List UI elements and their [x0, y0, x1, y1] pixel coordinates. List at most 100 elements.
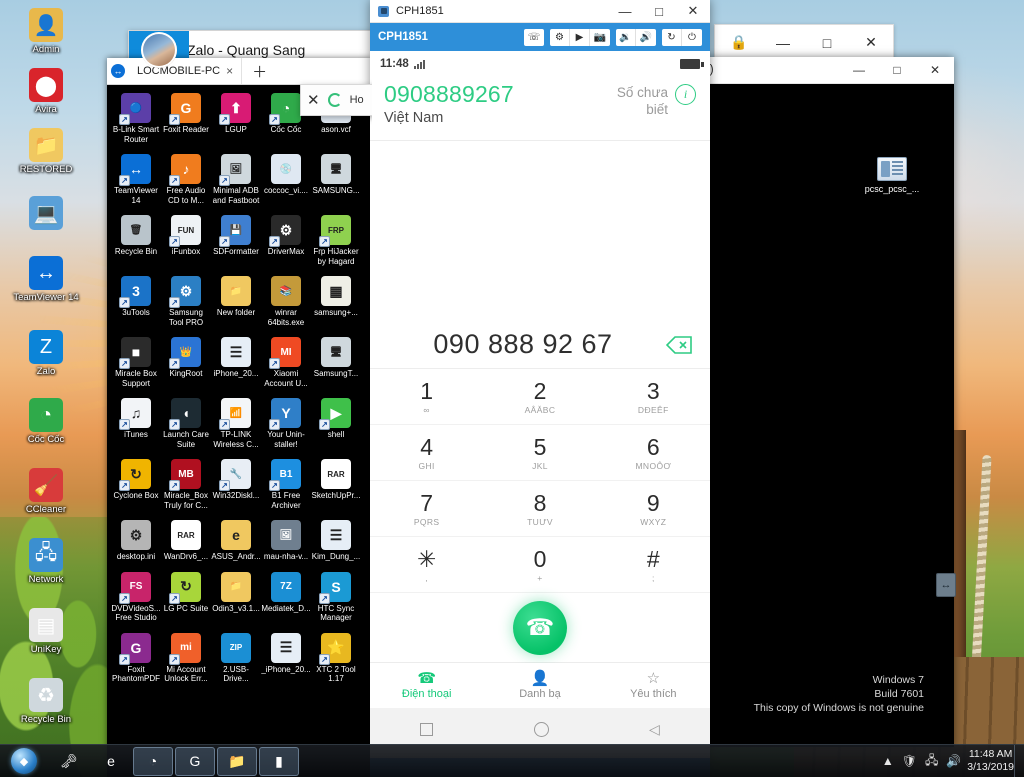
close-icon[interactable]: × — [226, 64, 233, 78]
list-item[interactable]: 🔧 ↗ Win32Diskl... — [211, 459, 261, 510]
list-item[interactable]: ◖ ↗ Launch Care Suite — [161, 398, 211, 449]
power-icon[interactable]: ⏻ — [682, 29, 702, 46]
keypad-key-0[interactable]: 0 + — [483, 537, 596, 592]
system-tray[interactable]: ▲ 🛡 🖧 🔊 — [882, 751, 967, 772]
taskbar-unikey[interactable]: 🗝 — [49, 747, 89, 776]
list-item[interactable]: 🖥 SAMSUNG... — [311, 154, 361, 205]
desktop-icon-restored[interactable]: 📁 RESTORED — [8, 128, 84, 175]
list-item[interactable]: ♪ ↗ Free Audio CD to M... — [161, 154, 211, 205]
headphone-icon[interactable]: ☏ — [524, 29, 544, 46]
keypad-key-#[interactable]: #; — [597, 537, 710, 592]
maximize-icon[interactable]: □ — [878, 57, 916, 84]
new-tab-button[interactable]: ＋ — [242, 58, 277, 84]
volume-down-icon[interactable]: 🔉 — [616, 28, 636, 46]
backspace-icon[interactable] — [662, 335, 696, 354]
list-item[interactable]: ⚙ ↗ Samsung Tool PRO — [161, 276, 211, 327]
list-item[interactable]: ♫ ↗ iTunes — [111, 398, 161, 449]
desktop-icon-c-c-c-c[interactable]: ◔ Cốc Cốc — [8, 398, 84, 445]
list-item[interactable]: 🖥 SamsungT... — [311, 337, 361, 388]
list-item[interactable]: MB ↗ Miracle_Box Truly for C... — [161, 459, 211, 510]
desktop-icon-teamviewer-14[interactable]: ↔ TeamViewer 14 — [8, 256, 84, 303]
list-item[interactable]: G ↗ Foxit Reader — [161, 93, 211, 144]
list-item[interactable]: e ASUS_Andr... — [211, 520, 261, 562]
dial-keypad[interactable]: 1 ∞ 2 AÂĂBC 3 DĐEÊF 4 GHI 5 JKL 6 MNOÔƠ 7 PQRS 8 TUƯV 9 W… — [370, 369, 710, 593]
list-item[interactable]: ZIP 2.USB-Drive... — [211, 632, 261, 684]
minimize-icon[interactable]: — — [608, 0, 642, 23]
close-icon[interactable]: ✕ — [307, 91, 320, 109]
list-item[interactable]: S ↗ HTC Sync Manager — [311, 571, 361, 623]
list-item[interactable]: RAR WanDrv6_... — [161, 520, 211, 562]
network-tray-icon[interactable]: 🖧 — [925, 751, 938, 772]
phone-call-icon[interactable]: ☎ — [513, 600, 567, 655]
back-nav-icon[interactable]: ◁ — [649, 721, 660, 738]
volume-up-icon[interactable]: 🔊 — [636, 29, 656, 46]
taskbar-explorer[interactable]: 📁 — [217, 746, 257, 776]
desktop-icon-ccleaner[interactable]: 🧹 CCleaner — [8, 468, 84, 515]
lock-window[interactable]: 🔒 — □ ✕ — [714, 24, 894, 61]
keypad-key-4[interactable]: 4 GHI — [370, 425, 483, 480]
keypad-key-8[interactable]: 8 TUƯV — [483, 481, 596, 536]
dialed-number[interactable]: 090 888 92 67 — [384, 329, 662, 360]
desktop-icon-network[interactable]: 🖧 Network — [8, 538, 84, 585]
list-item[interactable]: 🖼 ↗ Minimal ADB and Fastboot — [211, 154, 261, 205]
teamviewer-edge-icon[interactable]: ↔ — [936, 573, 956, 597]
desktop-icon-admin[interactable]: 👤 Admin — [8, 8, 84, 55]
list-item[interactable]: FS ↗ DVDVideoS... Free Studio — [111, 571, 161, 623]
maximize-icon[interactable]: □ — [642, 0, 676, 23]
keypad-key-5[interactable]: 5 JKL — [483, 425, 596, 480]
desktop-icon-avira[interactable]: ⬤ Avira — [8, 68, 84, 115]
refresh-icon[interactable]: ↻ — [662, 28, 682, 46]
taskbar-clock[interactable]: 11:48 AM 3/13/2019 — [967, 748, 1014, 774]
video-camera-icon[interactable]: ▶ — [570, 28, 590, 46]
list-item[interactable]: FRP ↗ Frp HiJacker by Hagard — [311, 215, 361, 266]
tab-phone[interactable]: ☎ Điện thoại — [370, 663, 483, 708]
desktop-icon-zalo[interactable]: Z Zalo — [8, 330, 84, 377]
show-hidden-icons[interactable]: ▲ — [882, 754, 894, 768]
list-item[interactable]: ▶ ↗ shell — [311, 398, 361, 449]
home-nav-icon[interactable] — [533, 721, 549, 737]
list-item[interactable]: ↔ ↗ TeamViewer 14 — [111, 154, 161, 205]
list-item[interactable]: G ↗ Foxit PhantomPDF — [111, 632, 161, 684]
list-item[interactable]: ⚙ desktop.ini — [111, 520, 161, 562]
gear-icon[interactable]: ⚙ — [550, 28, 570, 46]
list-item[interactable]: 7Z Mediatek_D... — [261, 571, 311, 623]
show-desktop-button[interactable] — [1014, 744, 1024, 777]
taskbar-internet-explorer[interactable]: e — [91, 747, 131, 776]
list-item[interactable]: 📁 Odin3_v3.1... — [211, 571, 261, 623]
keypad-key-3[interactable]: 3 DĐEÊF — [597, 369, 710, 424]
list-item[interactable]: B1 ↗ B1 Free Archiver — [261, 459, 311, 510]
list-item[interactable]: 3 ↗ 3uTools — [111, 276, 161, 327]
file-explorer-window[interactable]: ↔ LOCMOBILE-PC × ＋ 🔵 ↗ B-Link Smart Router… — [107, 58, 372, 777]
list-item[interactable]: 🔵 ↗ B-Link Smart Router — [111, 93, 161, 144]
desktop-icon-unikey[interactable]: ▤ UniKey — [8, 608, 84, 655]
list-item[interactable]: ⭐ ↗ XTC 2 Tool 1.17 — [311, 632, 361, 684]
close-icon[interactable]: ✕ — [916, 57, 954, 84]
list-item[interactable]: ▦ samsung+... — [311, 276, 361, 327]
close-icon[interactable]: ✕ — [676, 0, 710, 23]
list-item[interactable]: RAR SketchUpPr... — [311, 459, 361, 510]
lock-icon[interactable]: 🔒 — [717, 24, 761, 61]
list-item[interactable]: ⬆ ↗ LGUP — [211, 93, 261, 144]
list-item[interactable]: pcsc_pcsc_... — [857, 157, 927, 194]
taskbar-coccoc[interactable]: ◔ — [133, 746, 173, 776]
explorer-overlay-popup[interactable]: ✕ Ho — [300, 84, 372, 116]
phone-mirror-window[interactable]: CPH1851 — □ ✕ CPH1851 ☏ ⚙ ▶ 📷 🔉 🔊 ↻ ⏻ 11… — [370, 0, 710, 777]
keypad-key-✳[interactable]: ✳, — [370, 537, 483, 592]
keypad-key-6[interactable]: 6 MNOÔƠ — [597, 425, 710, 480]
windows-taskbar[interactable]: ◆ 🗝 e ◔ G 📁 ▮ ▲ 🛡 🖧 🔊 11:48 AM 3/13/2019 — [0, 744, 1024, 777]
tab-contacts[interactable]: 👤 Danh bạ — [483, 663, 596, 708]
list-item[interactable]: FUN ↗ iFunbox — [161, 215, 211, 266]
list-item[interactable]: 👑 ↗ KingRoot — [161, 337, 211, 388]
list-item[interactable]: Y ↗ Your Unin-staller! — [261, 398, 311, 449]
list-item[interactable]: ☰ Kim_Dung_... — [311, 520, 361, 562]
desktop-icon-recycle-bin[interactable]: ♻ Recycle Bin — [8, 678, 84, 725]
taskbar-phone-mirror[interactable]: ▮ — [259, 746, 299, 776]
info-icon[interactable]: i — [675, 84, 696, 105]
list-item[interactable]: 📶 ↗ TP-LINK Wireless C... — [211, 398, 261, 449]
list-item[interactable]: ⚙ ↗ DriverMax — [261, 215, 311, 266]
desktop-icon-computer[interactable]: 💻 — [8, 196, 84, 232]
list-item[interactable]: mi ↗ Mi Account Unlock Err... — [161, 632, 211, 684]
keypad-key-2[interactable]: 2 AÂĂBC — [483, 369, 596, 424]
antivirus-tray-icon[interactable]: 🛡 — [902, 754, 917, 768]
list-item[interactable]: ☰ _iPhone_20... — [261, 632, 311, 684]
